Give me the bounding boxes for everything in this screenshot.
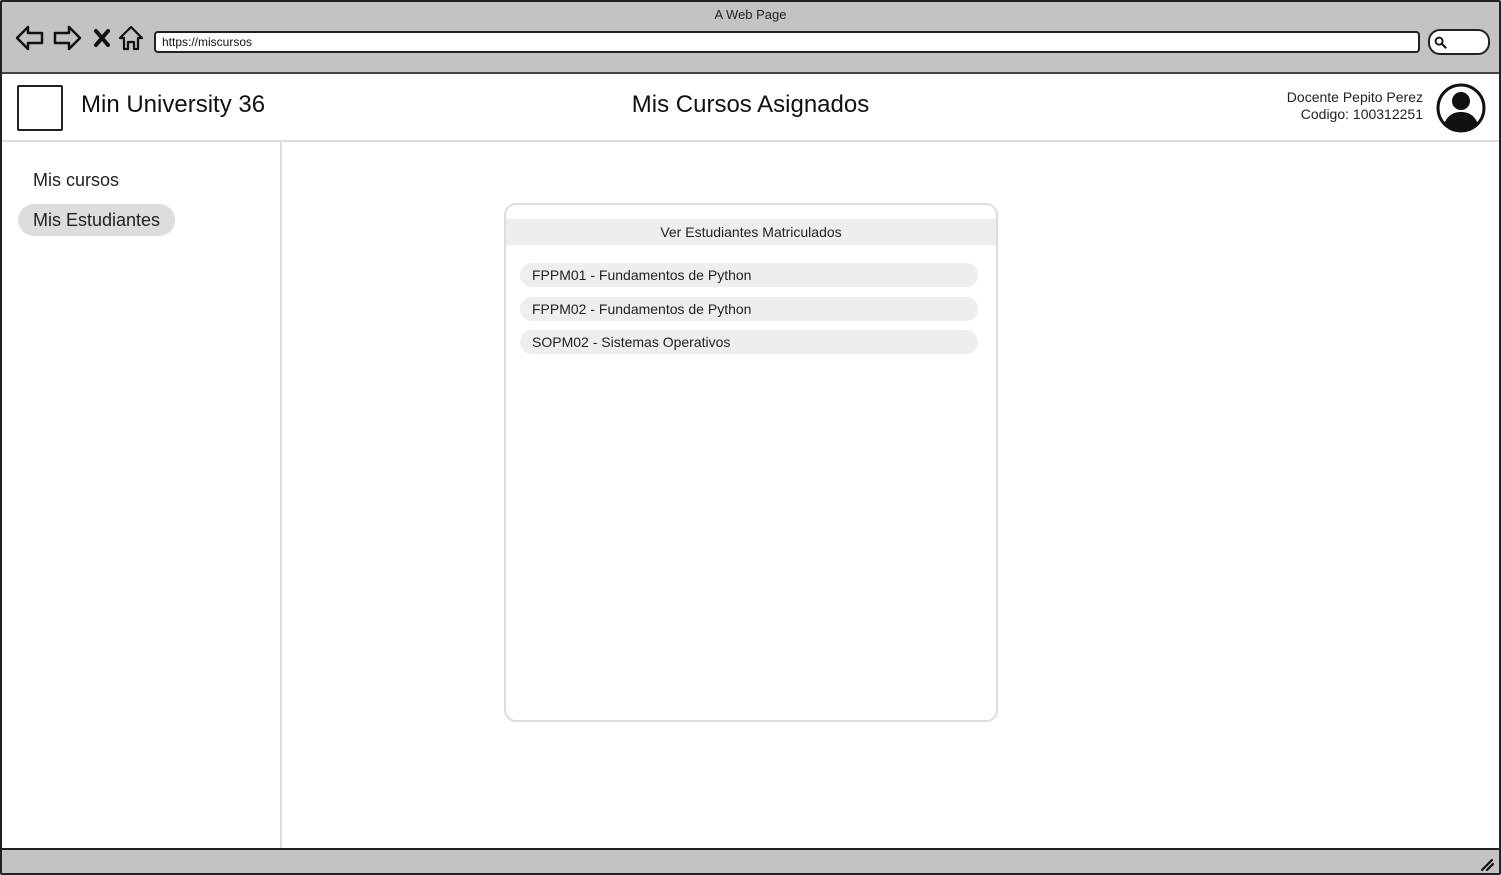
logo-placeholder xyxy=(17,85,63,131)
browser-window: A Web Page https://miscursos Min Univers… xyxy=(0,0,1501,875)
brand-name: Min University 36 xyxy=(81,91,266,118)
sidebar: Mis cursos Mis Estudiantes xyxy=(2,142,282,848)
panel-header: Ver Estudiantes Matriculados xyxy=(506,219,996,245)
url-input[interactable]: https://miscursos xyxy=(154,31,1420,53)
course-item[interactable]: FPPM01 - Fundamentos de Python xyxy=(520,263,978,287)
forward-arrow-icon[interactable] xyxy=(51,22,83,54)
user-avatar-icon[interactable] xyxy=(1436,83,1486,133)
home-icon[interactable] xyxy=(115,22,147,54)
sidebar-item-mis-cursos[interactable]: Mis cursos xyxy=(18,164,134,196)
search-icon xyxy=(1434,36,1447,49)
course-item[interactable]: SOPM02 - Sistemas Operativos xyxy=(520,330,978,354)
course-item[interactable]: FPPM02 - Fundamentos de Python xyxy=(520,297,978,321)
window-title: A Web Page xyxy=(714,7,787,22)
user-name: Docente Pepito Perez xyxy=(1286,89,1423,105)
courses-panel: Ver Estudiantes Matriculados FPPM01 - Fu… xyxy=(504,203,998,722)
browser-search-button[interactable] xyxy=(1428,29,1490,55)
user-code: Codigo: 100312251 xyxy=(1300,106,1423,122)
user-info: Docente Pepito Perez Codigo: 100312251 xyxy=(1287,89,1423,123)
browser-chrome: A Web Page https://miscursos xyxy=(2,2,1499,74)
sidebar-item-mis-estudiantes[interactable]: Mis Estudiantes xyxy=(18,204,176,236)
back-arrow-icon[interactable] xyxy=(14,22,46,54)
resize-grip-icon[interactable] xyxy=(1479,856,1495,872)
app-header: Min University 36 Mis Cursos Asignados D… xyxy=(2,74,1499,142)
status-bar xyxy=(2,848,1499,873)
close-icon[interactable] xyxy=(86,22,118,54)
